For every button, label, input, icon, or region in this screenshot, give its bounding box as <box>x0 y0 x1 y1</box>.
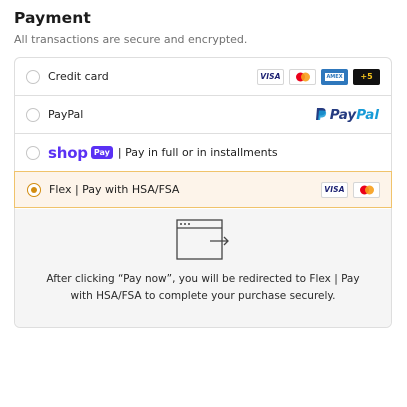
payment-option-credit-card[interactable]: Credit card VISA AMEX +5 <box>15 58 391 96</box>
shop-pay-logo: shop Pay | Pay in full or in installment… <box>48 144 278 162</box>
more-cards-badge: +5 <box>353 68 380 85</box>
flex-label: Flex | Pay with HSA/FSA <box>49 183 180 196</box>
visa-icon: VISA <box>321 181 348 198</box>
credit-card-label: Credit card <box>48 70 109 83</box>
payment-title: Payment <box>14 9 91 27</box>
paypal-mark-icon <box>315 107 326 120</box>
paypal-label: PayPal <box>48 108 84 121</box>
radio-selected-dot <box>31 186 37 193</box>
paypal-radio[interactable] <box>26 107 40 122</box>
shop-pay-radio[interactable] <box>26 145 40 160</box>
payment-option-shop-pay[interactable]: shop Pay | Pay in full or in installment… <box>15 134 391 172</box>
mastercard-icon <box>289 68 316 85</box>
browser-redirect-icon <box>176 219 229 260</box>
visa-icon: VISA <box>257 68 284 85</box>
shop-pay-badge: Pay <box>90 146 113 159</box>
flex-radio[interactable] <box>27 182 41 197</box>
flex-redirect-panel: After clicking “Pay now”, you will be re… <box>15 209 391 327</box>
shop-pay-label: | Pay in full or in installments <box>117 146 278 159</box>
payment-subtitle: All transactions are secure and encrypte… <box>14 33 248 46</box>
redirect-message: After clicking “Pay now”, you will be re… <box>46 273 360 302</box>
payment-option-paypal[interactable]: PayPal PayPal <box>15 96 391 134</box>
payment-option-flex[interactable]: Flex | Pay with HSA/FSA VISA <box>14 171 392 208</box>
credit-card-icons: VISA AMEX +5 <box>257 68 380 85</box>
paypal-logo: PayPal <box>315 107 379 123</box>
shop-wordmark: shop <box>48 143 88 162</box>
credit-card-radio[interactable] <box>26 69 40 84</box>
amex-icon: AMEX <box>321 68 348 85</box>
payment-method-list: Credit card VISA AMEX +5 PayPal PayPal s… <box>14 57 392 328</box>
mastercard-icon <box>353 181 380 198</box>
flex-card-icons: VISA <box>321 181 380 198</box>
